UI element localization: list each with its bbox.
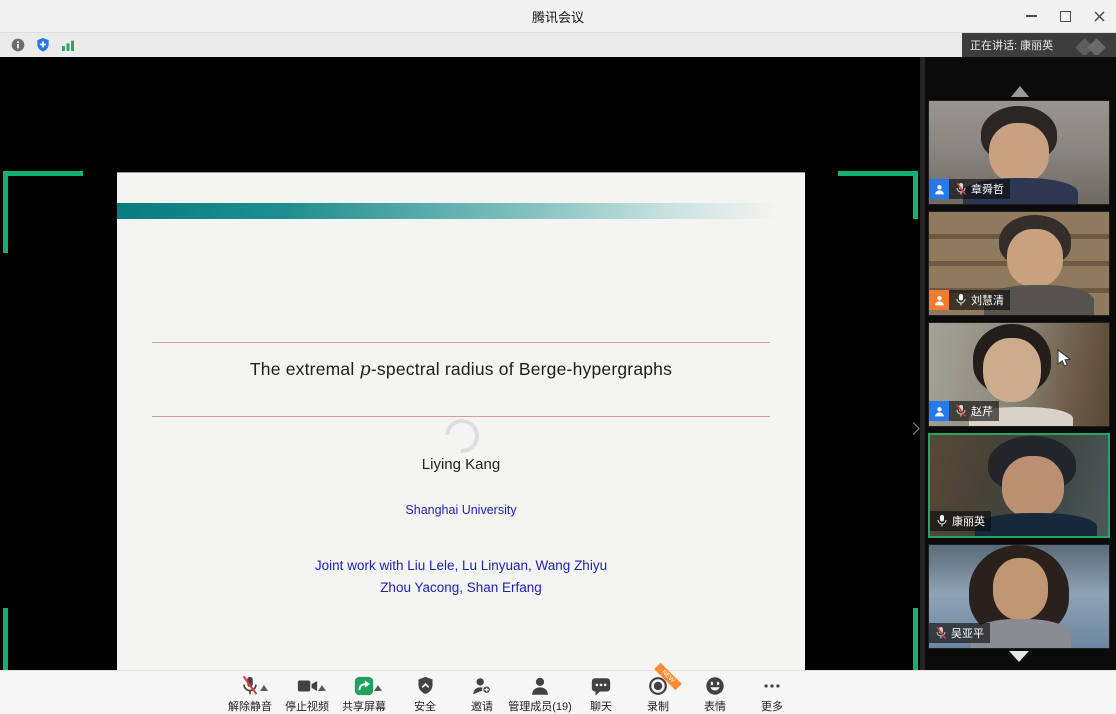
window-controls — [1014, 0, 1116, 32]
members-icon — [529, 675, 551, 697]
security-button[interactable]: 安全 — [397, 675, 453, 713]
participant-video-4-speaking[interactable]: 康丽英 — [928, 433, 1110, 538]
role-badge-icon — [929, 179, 949, 199]
mic-muted-icon — [955, 182, 967, 196]
connection-shield-icon[interactable] — [34, 36, 52, 54]
minimize-button[interactable] — [1014, 0, 1048, 32]
participant-video-3[interactable]: 赵芹 — [928, 322, 1110, 427]
invite-person-icon — [471, 675, 493, 697]
window-title: 腾讯会议 — [532, 7, 584, 26]
share-screen-icon — [353, 675, 375, 697]
scroll-up-arrow-icon[interactable] — [1011, 86, 1029, 97]
mic-muted-icon — [239, 675, 261, 697]
emoji-smiley-icon — [704, 675, 726, 697]
share-screen-button[interactable]: 共享屏幕 — [336, 675, 392, 713]
share-frame-corner — [913, 171, 918, 219]
close-icon — [1094, 11, 1105, 22]
record-button[interactable]: NEW 录制 — [630, 675, 686, 713]
participant-name-badge: 刘慧清 — [929, 290, 1010, 310]
status-bar — [0, 33, 1116, 57]
share-frame-corner — [838, 171, 918, 176]
participants-sidebar: 章舜哲 刘慧清 — [925, 57, 1116, 670]
more-button[interactable]: 更多 — [744, 675, 800, 713]
camera-icon — [296, 675, 319, 697]
network-signal-icon[interactable] — [59, 36, 77, 54]
manage-members-button[interactable]: 管理成员(19) — [504, 675, 576, 713]
invite-button[interactable]: 邀请 — [454, 675, 510, 713]
slide-author: Liying Kang — [117, 456, 805, 473]
unmute-button[interactable]: 解除静音 — [222, 675, 278, 713]
participant-video-1[interactable]: 章舜哲 — [928, 100, 1110, 205]
mouse-cursor-icon — [1057, 349, 1072, 367]
participant-name-badge: 吴亚平 — [929, 623, 990, 643]
active-speaker-label: 正在讲话: 康丽英 — [970, 37, 1053, 53]
meeting-toolbar: 解除静音 停止视频 共享屏幕 安全 邀请 管理成员(19) 聊天 — [0, 670, 1116, 714]
mic-active-icon — [936, 514, 948, 528]
sidebar-collapse-chevron-icon[interactable] — [907, 422, 920, 435]
role-badge-icon — [929, 401, 949, 421]
tencent-meeting-window: 腾讯会议 正在讲话: 康丽英 — [0, 0, 1116, 714]
participant-name-badge: 赵芹 — [929, 401, 999, 421]
share-frame-corner — [3, 171, 8, 253]
mic-muted-icon — [955, 404, 967, 418]
slide-title: The extremal p-spectral radius of Berge-… — [117, 359, 805, 380]
loading-spinner-icon — [438, 412, 486, 460]
titlebar: 腾讯会议 — [0, 0, 1116, 33]
mic-muted-icon — [935, 626, 947, 640]
scroll-down-arrow-icon[interactable] — [1009, 651, 1029, 662]
share-options-caret[interactable] — [374, 685, 382, 691]
maximize-button[interactable] — [1048, 0, 1082, 32]
chat-button[interactable]: 聊天 — [573, 675, 629, 713]
mic-icon — [955, 293, 967, 307]
slide-accent-bar — [117, 203, 790, 219]
slide-affiliation: Shanghai University — [117, 503, 805, 517]
security-shield-icon — [415, 675, 436, 697]
close-button[interactable] — [1082, 0, 1116, 32]
more-dots-icon — [761, 675, 783, 697]
slide-joint-work-line1: Joint work with Liu Lele, Lu Linyuan, Wa… — [117, 558, 805, 573]
chat-bubble-icon — [590, 675, 612, 697]
participant-name-badge: 章舜哲 — [929, 179, 1010, 199]
participant-video-2[interactable]: 刘慧清 — [928, 211, 1110, 316]
participant-name: 吴亚平 — [951, 625, 984, 641]
role-badge-icon — [929, 290, 949, 310]
share-frame-corner — [3, 171, 83, 176]
mic-options-caret[interactable] — [260, 685, 268, 691]
active-speaker-indicator: 正在讲话: 康丽英 — [962, 33, 1116, 57]
meeting-info-icon[interactable] — [9, 36, 27, 54]
participant-name: 赵芹 — [971, 403, 993, 419]
video-options-caret[interactable] — [318, 685, 326, 691]
participant-name: 刘慧清 — [971, 292, 1004, 308]
presentation-slide: The extremal p-spectral radius of Berge-… — [117, 172, 805, 691]
emoji-button[interactable]: 表情 — [687, 675, 743, 713]
shared-screen-area: The extremal p-spectral radius of Berge-… — [0, 57, 920, 670]
participant-name: 康丽英 — [952, 513, 985, 529]
participant-video-5[interactable]: 吴亚平 — [928, 544, 1110, 649]
participant-name-badge: 康丽英 — [930, 511, 991, 531]
stop-video-button[interactable]: 停止视频 — [279, 675, 335, 713]
minimize-icon — [1026, 15, 1037, 17]
maximize-icon — [1060, 11, 1071, 22]
tencent-meeting-logo-icon — [1072, 37, 1112, 55]
slide-joint-work-line2: Zhou Yacong, Shan Erfang — [117, 580, 805, 595]
slide-divider-line — [152, 342, 770, 343]
slide-divider-line — [152, 416, 770, 417]
participant-name: 章舜哲 — [971, 181, 1004, 197]
